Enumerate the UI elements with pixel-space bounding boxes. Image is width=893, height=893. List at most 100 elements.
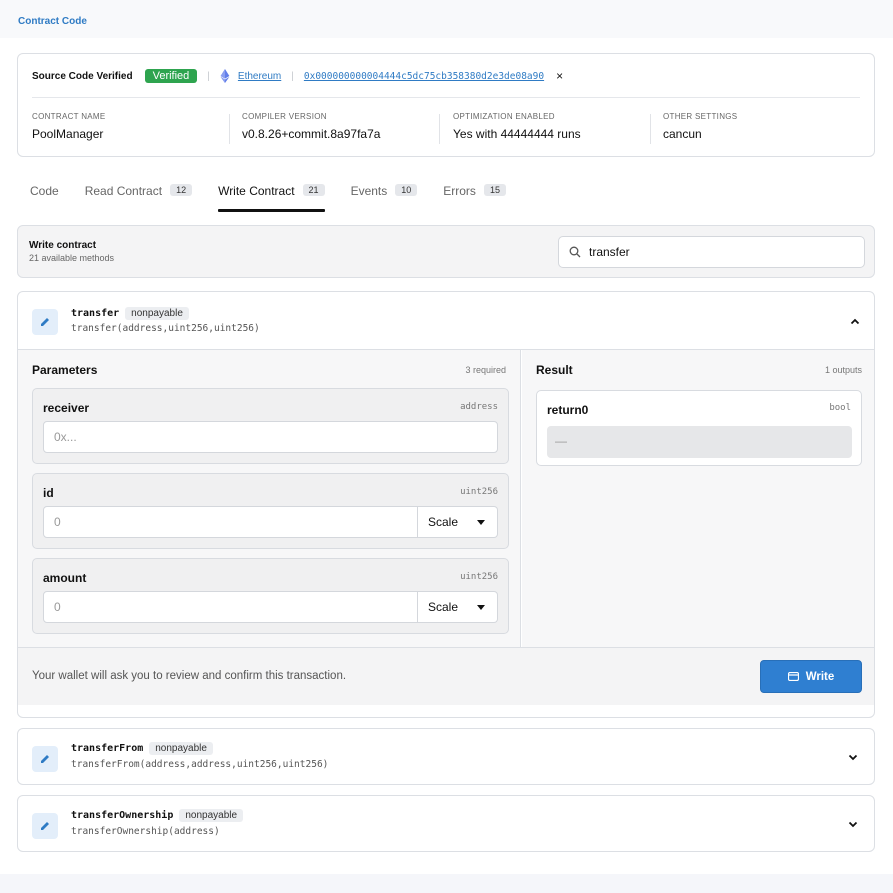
amount-input-wrapper bbox=[43, 591, 418, 623]
output-type: bool bbox=[829, 403, 851, 413]
meta-other-settings: OTHER SETTINGS cancun bbox=[663, 112, 737, 144]
method-name: transfer nonpayable bbox=[71, 307, 189, 320]
write-button[interactable]: Write bbox=[760, 660, 862, 693]
divider bbox=[32, 97, 860, 98]
id-input[interactable] bbox=[44, 507, 417, 537]
meta-label: OTHER SETTINGS bbox=[663, 112, 738, 121]
method-footer: Your wallet will ask you to review and c… bbox=[18, 647, 874, 705]
chevron-down-icon[interactable] bbox=[846, 817, 860, 831]
meta-divider bbox=[229, 114, 230, 144]
param-type: uint256 bbox=[460, 572, 498, 582]
meta-contract-name: CONTRACT NAME PoolManager bbox=[32, 112, 106, 144]
param-name: receiver bbox=[43, 401, 90, 415]
param-type: uint256 bbox=[460, 487, 498, 497]
tab-write-contract[interactable]: Write Contract 21 bbox=[218, 176, 326, 212]
write-button-label: Write bbox=[805, 670, 835, 683]
param-type: address bbox=[460, 402, 498, 412]
method-card-transferfrom[interactable]: transferFrom nonpayable transferFrom(addr… bbox=[17, 728, 875, 785]
meta-divider bbox=[650, 114, 651, 144]
separator: | bbox=[291, 70, 294, 82]
pencil-icon bbox=[32, 309, 58, 335]
tab-label: Events bbox=[350, 184, 388, 198]
method-name-text: transfer bbox=[71, 308, 120, 319]
mutability-badge: nonpayable bbox=[149, 742, 213, 755]
contract-address-link[interactable]: 0x000000000004444c5dc75cb358380d2e3de08a… bbox=[304, 71, 544, 82]
result-panel: Result 1 outputs return0 bool — bbox=[522, 350, 874, 647]
meta-label: CONTRACT NAME bbox=[32, 112, 106, 121]
tab-code[interactable]: Code bbox=[30, 176, 59, 212]
pencil-icon bbox=[32, 746, 58, 772]
page: Contract Code Source Code Verified Verif… bbox=[0, 0, 893, 874]
method-card-transferownership[interactable]: transferOwnership nonpayable transferOwne… bbox=[17, 795, 875, 852]
tab-bar: Code Read Contract 12 Write Contract 21 … bbox=[30, 176, 532, 212]
tab-errors[interactable]: Errors 15 bbox=[443, 176, 506, 212]
section-title: Contract Code bbox=[18, 16, 87, 27]
output-name: return0 bbox=[547, 403, 589, 417]
method-signature: transfer(address,uint256,uint256) bbox=[71, 323, 260, 334]
receiver-input[interactable] bbox=[44, 422, 497, 452]
output-return0: return0 bool — bbox=[536, 390, 862, 466]
chevron-up-icon[interactable] bbox=[848, 314, 862, 328]
ethereum-icon bbox=[220, 69, 230, 83]
close-icon[interactable]: × bbox=[556, 69, 563, 83]
meta-value: PoolManager bbox=[32, 127, 104, 141]
meta-value: Yes with 44444444 runs bbox=[453, 127, 581, 141]
tab-count: 15 bbox=[483, 184, 506, 196]
tab-label: Write Contract bbox=[218, 184, 295, 198]
meta-optimization: OPTIMIZATION ENABLED Yes with 44444444 r… bbox=[453, 112, 581, 144]
parameters-title: Parameters bbox=[32, 363, 98, 377]
method-header[interactable]: transfer nonpayable transfer(address,uint… bbox=[18, 292, 874, 350]
scale-label: Scale bbox=[428, 600, 459, 614]
method-search bbox=[558, 236, 865, 268]
amount-input[interactable] bbox=[44, 592, 417, 622]
meta-label: OPTIMIZATION ENABLED bbox=[453, 112, 555, 121]
scale-label: Scale bbox=[428, 515, 459, 529]
meta-label: COMPILER VERSION bbox=[242, 112, 327, 121]
tab-label: Errors bbox=[443, 184, 476, 198]
caret-down-icon bbox=[477, 605, 485, 610]
receiver-input-wrapper bbox=[43, 421, 498, 453]
output-value: — bbox=[547, 426, 852, 458]
meta-value: v0.8.26+commit.8a97fa7a bbox=[242, 127, 381, 141]
source-row: Source Code Verified Verified | Ethereum… bbox=[32, 68, 860, 84]
source-card: Source Code Verified Verified | Ethereum… bbox=[17, 53, 875, 157]
wallet-icon bbox=[787, 672, 799, 681]
pencil-icon bbox=[32, 813, 58, 839]
source-label: Source Code Verified bbox=[32, 70, 133, 82]
search-icon bbox=[569, 246, 581, 258]
param-name: amount bbox=[43, 571, 87, 585]
chevron-down-icon[interactable] bbox=[846, 750, 860, 764]
meta-value: cancun bbox=[663, 127, 702, 141]
param-receiver: receiver address bbox=[32, 388, 509, 464]
meta-compiler-version: COMPILER VERSION v0.8.26+commit.8a97fa7a bbox=[242, 112, 380, 144]
method-signature: transferOwnership(address) bbox=[71, 826, 220, 837]
param-id: id uint256 Scale bbox=[32, 473, 509, 549]
mutability-badge: nonpayable bbox=[179, 809, 244, 822]
available-methods-count: 21 available methods bbox=[29, 253, 115, 263]
tab-events[interactable]: Events 10 bbox=[351, 176, 418, 212]
param-amount: amount uint256 Scale bbox=[32, 558, 509, 634]
id-input-wrapper bbox=[43, 506, 418, 538]
tab-label: Code bbox=[30, 184, 59, 198]
id-scale-select[interactable]: Scale bbox=[418, 506, 498, 538]
method-name: transferFrom nonpayable bbox=[71, 742, 213, 755]
search-input[interactable] bbox=[589, 245, 849, 259]
method-name-text: transferFrom bbox=[71, 743, 144, 754]
param-name: id bbox=[43, 486, 54, 500]
tab-count: 10 bbox=[395, 184, 418, 196]
amount-scale-select[interactable]: Scale bbox=[418, 591, 498, 623]
meta-divider bbox=[439, 114, 440, 144]
parameters-panel: Parameters 3 required receiver address i… bbox=[18, 350, 521, 647]
method-name-text: transferOwnership bbox=[71, 810, 174, 821]
caret-down-icon bbox=[477, 520, 485, 525]
verified-badge: Verified bbox=[144, 69, 198, 83]
tab-count: 12 bbox=[170, 184, 193, 196]
tab-label: Read Contract bbox=[84, 184, 163, 198]
write-contract-title: Write contract bbox=[29, 240, 97, 251]
method-card-transfer: transfer nonpayable transfer(address,uint… bbox=[17, 291, 875, 718]
write-contract-header: Write contract 21 available methods bbox=[17, 225, 875, 278]
separator: | bbox=[207, 70, 210, 82]
parameters-required: 3 required bbox=[465, 365, 506, 375]
tab-read-contract[interactable]: Read Contract 12 bbox=[84, 176, 193, 212]
network-link[interactable]: Ethereum bbox=[238, 71, 281, 82]
